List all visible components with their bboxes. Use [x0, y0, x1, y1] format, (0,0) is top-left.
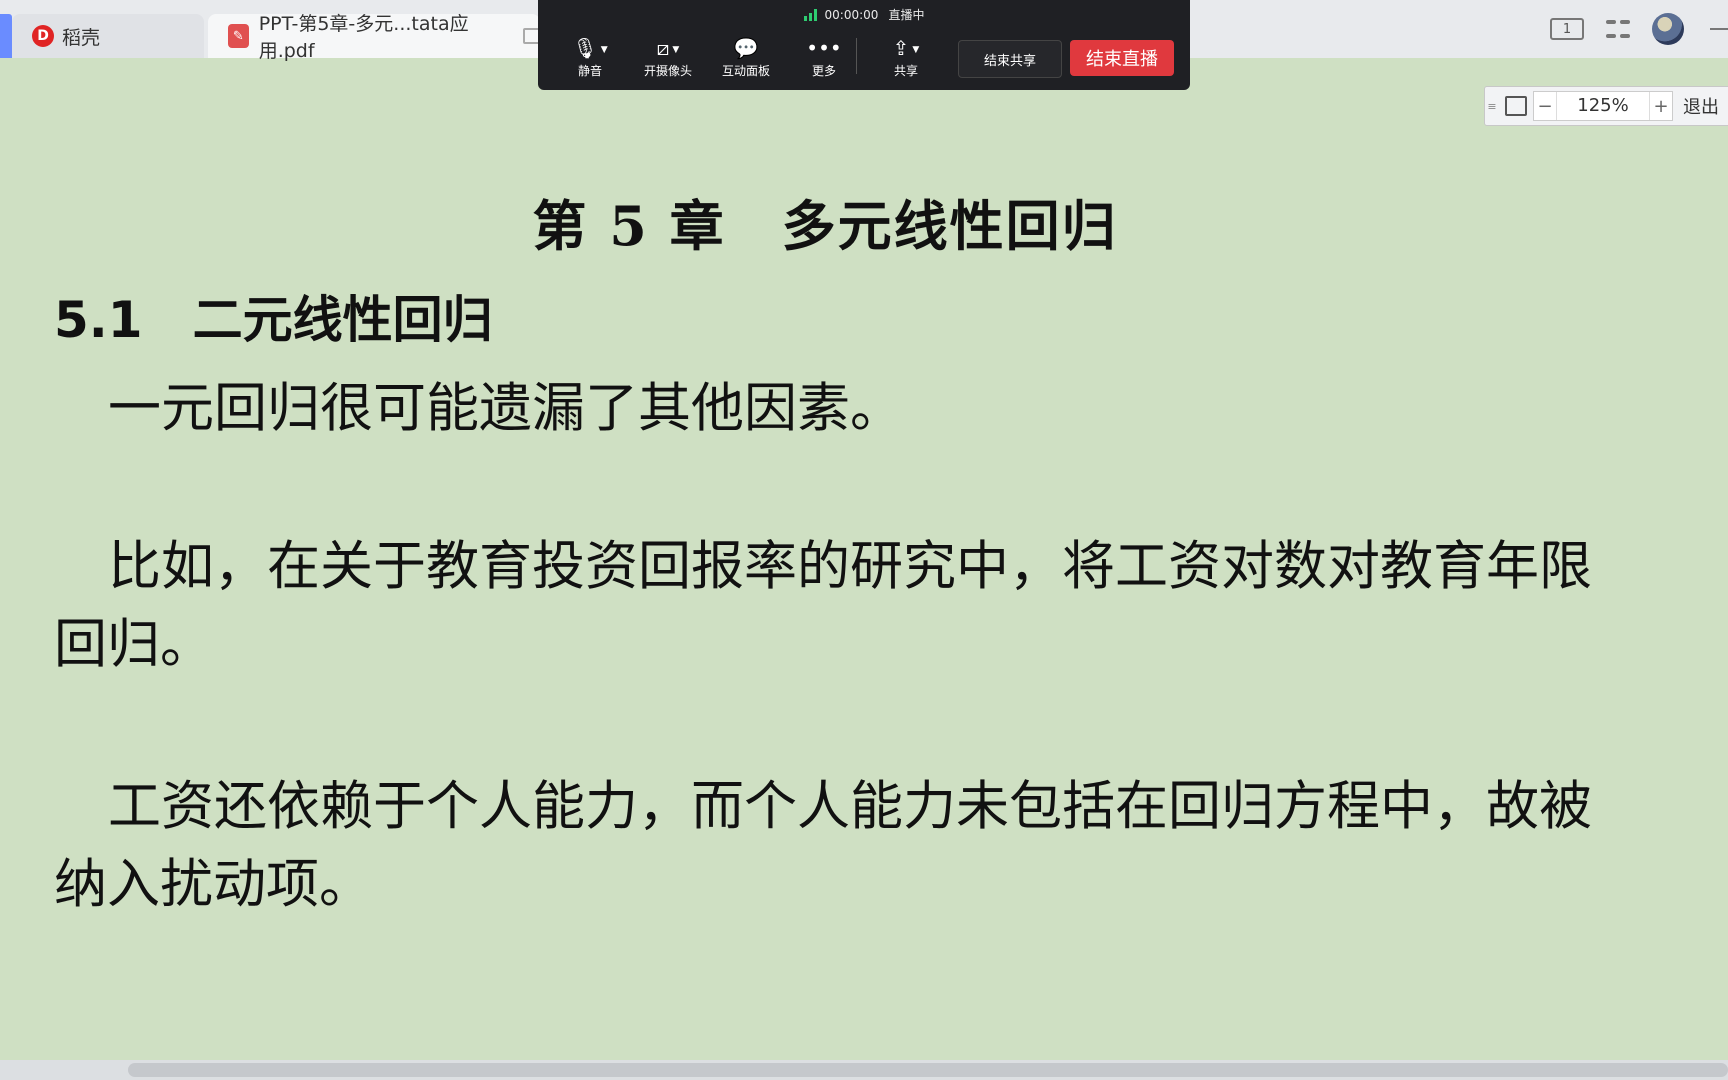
chevron-down-icon[interactable]: ▼ [912, 45, 919, 55]
tab-pdf-document[interactable]: ✎ PPT-第5章-多元...tata应用.pdf [208, 13, 540, 62]
sidebar-toggle-tab[interactable] [0, 14, 12, 58]
scrollbar-thumb[interactable] [128, 1063, 1728, 1077]
avatar[interactable] [1652, 13, 1684, 45]
share-screen-icon: ⇪ [892, 36, 910, 60]
paragraph: 工资还依赖于个人能力，而个人能力未包括在回归方程中，故被纳入扰动项。 [54, 776, 1592, 915]
docer-logo-icon: D [32, 25, 54, 47]
chat-bubble-icon: 💬 [733, 36, 759, 60]
tab-doc-label: PPT-第5章-多元...tata应用.pdf [258, 13, 469, 62]
pdf-file-icon: ✎ [228, 24, 249, 48]
chevron-down-icon[interactable]: ▼ [601, 45, 608, 55]
signal-strength-icon [803, 8, 817, 21]
live-status: 直播中 [888, 8, 925, 22]
meeting-timer: 00:00:00 [824, 7, 879, 22]
meeting-status: 00:00:00 直播中 [538, 6, 1190, 23]
paragraph: 一元回归很可能遗漏了其他因素。 [108, 378, 903, 439]
microphone-icon: 🎙 [572, 36, 598, 60]
tab-docer-home[interactable]: D 稻壳 [12, 14, 204, 58]
pdf-page: 第 5 章 多元线性回归 5.1 二元线性回归 一元回归很可能遗漏了其他因素。 … [0, 58, 1728, 1060]
window-controls: 1 [1528, 12, 1728, 46]
chevron-down-icon[interactable]: ▼ [672, 45, 679, 55]
camera-off-icon: ⧄ [656, 36, 670, 60]
section-title: 5.1 二元线性回归 [54, 291, 493, 349]
horizontal-scrollbar[interactable] [0, 1060, 1728, 1080]
grid-view-icon[interactable] [1606, 17, 1630, 41]
single-page-view-icon[interactable]: 1 [1550, 18, 1584, 40]
chapter-title: 第 5 章 多元线性回归 [532, 194, 1118, 258]
paragraph: 比如，在关于教育投资回报率的研究中，将工资对数对教育年限回归。 [54, 536, 1592, 675]
minimize-icon[interactable] [1710, 28, 1728, 30]
more-dots-icon: ••• [806, 36, 842, 60]
page-indicator: 1 [1562, 21, 1572, 37]
tab-app-label: 稻壳 [62, 26, 101, 49]
